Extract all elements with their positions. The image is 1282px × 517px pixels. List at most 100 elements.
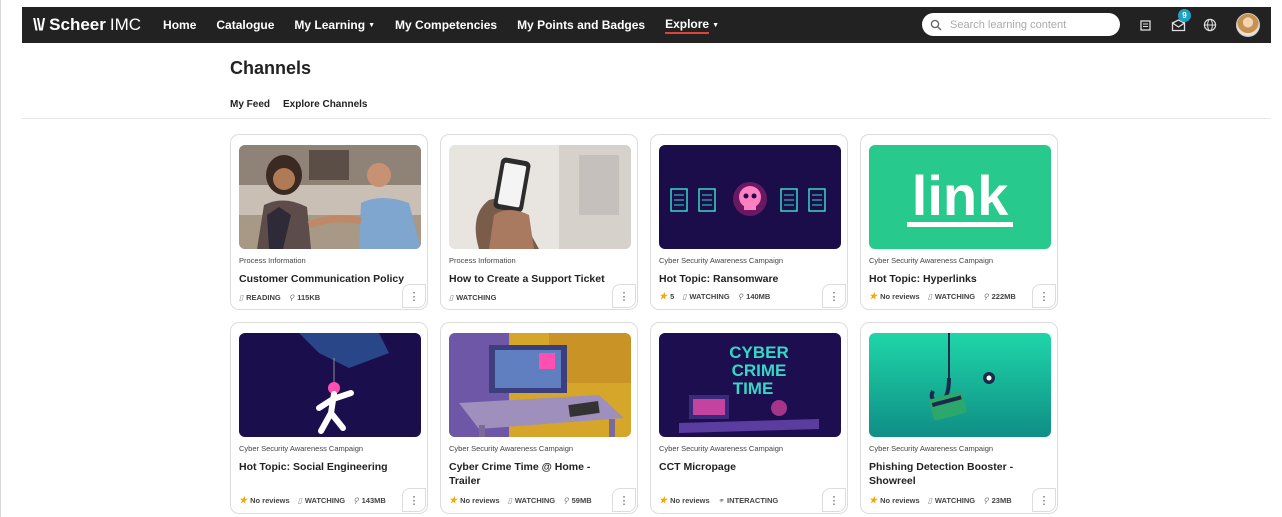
video-icon: ▯ — [682, 292, 687, 301]
card-title: Hot Topic: Social Engineering — [239, 461, 388, 473]
nav-item-label: My Points and Badges — [517, 18, 646, 32]
card-title: Hot Topic: Hyperlinks — [869, 273, 977, 285]
nav-item-my-competencies[interactable]: My Competencies — [395, 7, 497, 43]
nav-item-my-learning[interactable]: My Learning ▼ — [294, 7, 375, 43]
inbox-icon[interactable]: 9 — [1168, 9, 1191, 35]
nav-item-points-badges[interactable]: My Points and Badges — [517, 7, 645, 43]
more-options-button[interactable]: ⋮ — [612, 488, 636, 512]
more-options-button[interactable]: ⋮ — [612, 284, 636, 308]
user-avatar[interactable] — [1236, 13, 1260, 37]
star-icon: ★ — [449, 495, 458, 505]
meta-mode: ▯ WATCHING — [508, 496, 555, 505]
card-category: Cyber Security Awareness Campaign — [659, 444, 784, 453]
mode-label: WATCHING — [514, 496, 556, 505]
tab-explore-channels[interactable]: Explore Channels — [283, 99, 367, 110]
scheer-imc-logo[interactable]: \\/ Scheer IMC — [33, 15, 141, 35]
channel-card[interactable]: Cyber Security Awareness Campaign Cyber … — [440, 322, 638, 514]
header-divider — [22, 118, 1271, 119]
page: \\/ Scheer IMC Home Catalogue My Learnin… — [0, 0, 1282, 517]
tab-my-feed[interactable]: My Feed — [230, 99, 270, 110]
meta-rating: ★ No reviews — [869, 291, 920, 302]
more-options-button[interactable]: ⋮ — [402, 488, 426, 512]
video-icon: ▯ — [297, 496, 302, 505]
page-title: Channels — [230, 58, 312, 78]
mode-label: INTERACTING — [726, 496, 779, 505]
card-thumbnail-ransomware — [659, 145, 841, 249]
attachment-icon: ⚲ — [353, 496, 359, 505]
meta-mode: ▯ WATCHING — [928, 292, 975, 301]
star-icon: ★ — [239, 495, 248, 505]
rating-label: 5 — [670, 292, 675, 301]
attachment-icon: ⚲ — [563, 496, 569, 505]
meta-mode: ▯ WATCHING — [298, 496, 345, 505]
thumb-time-text: TIME — [733, 379, 774, 398]
meta-size: ⚲ 59MB — [563, 496, 592, 505]
globe-icon[interactable] — [1200, 15, 1220, 35]
video-icon: ▯ — [927, 292, 932, 301]
logo-mark: \\/ — [33, 15, 45, 34]
video-icon: ▯ — [507, 496, 512, 505]
star-icon: ★ — [869, 495, 878, 505]
card-thumbnail-cyber-crime-home — [449, 333, 631, 437]
card-thumbnail-hyperlinks: link — [869, 145, 1051, 249]
video-icon: ▯ — [927, 496, 932, 505]
card-category: Process Information — [239, 256, 306, 265]
channel-card[interactable]: Cyber Security Awareness Campaign Hot To… — [650, 134, 848, 310]
main-menu: Home Catalogue My Learning ▼ My Competenc… — [163, 7, 739, 43]
meta-size: ⚲ 222MB — [983, 292, 1016, 301]
attachment-icon: ⚲ — [983, 496, 989, 505]
chevron-down-icon: ▼ — [712, 21, 720, 29]
mode-label: WATCHING — [689, 292, 730, 301]
mode-label: WATCHING — [934, 496, 976, 505]
size-label: 140MB — [746, 292, 771, 301]
channel-card[interactable]: Process Information How to Create a Supp… — [440, 134, 638, 310]
nav-item-label: Catalogue — [216, 18, 275, 32]
meta-mode: ▯ READING — [239, 293, 281, 302]
nav-item-home[interactable]: Home — [163, 7, 196, 43]
card-meta: ★ No reviews ⚭ INTERACTING — [659, 495, 786, 506]
channel-card[interactable]: Process Information Customer Communicati… — [230, 134, 428, 310]
logo-text-suffix: IMC — [109, 15, 142, 34]
size-label: 143MB — [361, 496, 386, 505]
top-navbar: \\/ Scheer IMC Home Catalogue My Learnin… — [22, 7, 1271, 43]
more-options-button[interactable]: ⋮ — [1032, 488, 1056, 512]
card-meta: ▯ READING ⚲ 115KB — [239, 293, 328, 302]
channel-card[interactable]: Cyber Security Awareness Campaign Phishi… — [860, 322, 1058, 514]
attachment-icon: ⚲ — [288, 293, 295, 302]
nav-item-explore[interactable]: Explore ▼ — [665, 7, 719, 43]
channel-card[interactable]: CYBER CRIME TIME Cyber Security Awarenes… — [650, 322, 848, 514]
video-icon: ▯ — [449, 293, 454, 302]
attachment-icon: ⚲ — [983, 292, 989, 301]
channel-card[interactable]: Cyber Security Awareness Campaign Hot To… — [230, 322, 428, 514]
mode-label: WATCHING — [304, 496, 346, 505]
catalog-book-icon[interactable] — [1135, 15, 1155, 35]
card-category: Cyber Security Awareness Campaign — [869, 256, 994, 265]
meta-mode: ▯ WATCHING — [928, 496, 975, 505]
card-title: How to Create a Support Ticket — [449, 273, 605, 285]
star-icon: ★ — [659, 495, 668, 505]
more-options-button[interactable]: ⋮ — [1032, 284, 1056, 308]
card-meta: ▯ WATCHING — [449, 293, 504, 302]
channel-tabs: My Feed Explore Channels — [230, 99, 380, 110]
document-icon: ▯ — [239, 293, 244, 302]
card-category: Cyber Security Awareness Campaign — [869, 444, 994, 453]
nav-item-label: Explore — [665, 17, 710, 34]
rating-label: No reviews — [250, 496, 290, 505]
more-options-button[interactable]: ⋮ — [402, 284, 426, 308]
nav-item-catalogue[interactable]: Catalogue — [216, 7, 274, 43]
nav-item-label: My Competencies — [395, 18, 498, 32]
more-options-button[interactable]: ⋮ — [822, 284, 846, 308]
more-options-button[interactable]: ⋮ — [822, 488, 846, 512]
chevron-down-icon: ▼ — [368, 21, 376, 29]
mode-label: READING — [246, 293, 281, 302]
nav-item-label: Home — [163, 18, 197, 32]
card-category: Cyber Security Awareness Campaign — [449, 444, 574, 453]
meta-size: ⚲ 23MB — [983, 496, 1012, 505]
channel-card[interactable]: link Cyber Security Awareness Campaign H… — [860, 134, 1058, 310]
card-title: Customer Communication Policy — [239, 273, 405, 285]
search-box — [922, 13, 1120, 36]
mode-label: WATCHING — [456, 293, 497, 302]
search-input[interactable] — [948, 17, 1112, 32]
notification-badge: 9 — [1178, 9, 1191, 22]
meta-rating: ★ No reviews — [449, 495, 500, 506]
